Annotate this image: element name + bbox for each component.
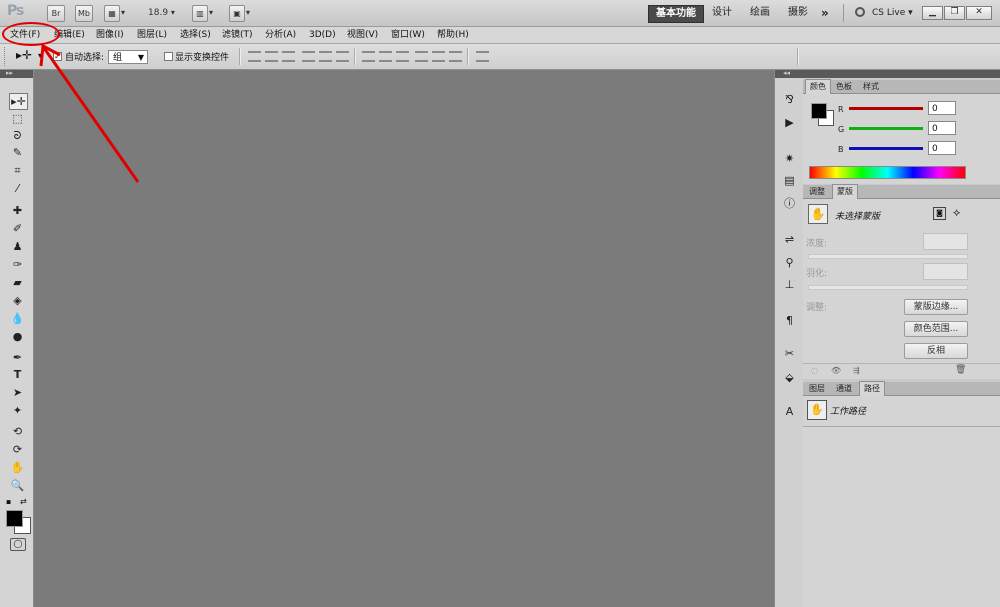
annotation-arrow [39, 43, 140, 183]
annotation-arrow-line [42, 47, 140, 183]
